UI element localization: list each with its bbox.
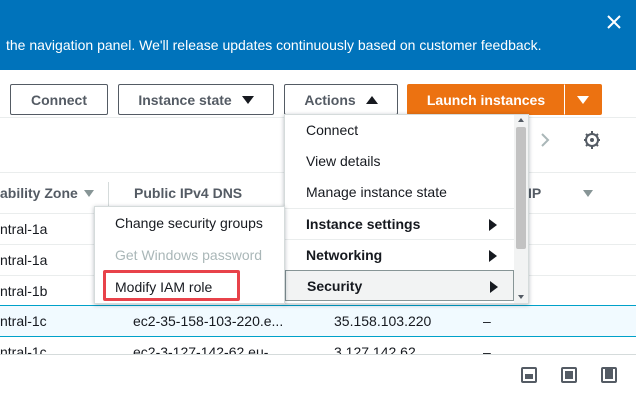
scrollbar-thumb[interactable] xyxy=(516,127,526,249)
column-availability-zone[interactable]: ability Zone xyxy=(0,185,78,201)
launch-options-button[interactable] xyxy=(564,84,602,115)
menu-item-view-details[interactable]: View details xyxy=(285,146,514,177)
instance-state-button-label: Instance state xyxy=(138,91,232,108)
submenu-item-label: Change security groups xyxy=(115,215,263,231)
info-banner: the navigation panel. We'll release upda… xyxy=(0,0,636,70)
menu-item-connect[interactable]: Connect xyxy=(285,115,514,146)
panel-side-icon[interactable] xyxy=(561,367,577,383)
gear-icon[interactable] xyxy=(583,130,601,150)
caret-down-icon xyxy=(241,95,254,104)
cell-dns: ec2-35-158-103-220.e... xyxy=(133,313,284,329)
scroll-down-icon[interactable] xyxy=(518,295,524,299)
panel-full-icon[interactable] xyxy=(601,367,617,383)
menu-item-label: Networking xyxy=(306,247,383,263)
cell-az: ntral-1a xyxy=(0,252,48,268)
caret-right-icon xyxy=(489,250,497,262)
highlight-box xyxy=(103,270,240,301)
caret-right-icon xyxy=(489,219,497,231)
menu-item-instance-settings[interactable]: Instance settings xyxy=(285,208,514,239)
chevron-right-icon[interactable] xyxy=(538,130,552,150)
connect-button-label: Connect xyxy=(31,91,87,108)
menu-item-networking[interactable]: Networking xyxy=(285,239,514,270)
column-ip[interactable]: IP xyxy=(528,185,541,201)
split-panel-footer xyxy=(0,354,636,394)
menu-item-manage-instance-state[interactable]: Manage instance state xyxy=(285,177,514,208)
menu-scrollbar[interactable] xyxy=(514,115,528,303)
menu-item-label: Instance settings xyxy=(306,216,421,232)
connect-button[interactable]: Connect xyxy=(10,84,108,115)
actions-menu: Connect View details Manage instance sta… xyxy=(284,114,529,304)
menu-item-label: Connect xyxy=(306,122,359,138)
cell-az: ntral-1b xyxy=(0,283,48,299)
menu-item-security[interactable]: Security xyxy=(285,270,514,301)
menu-item-label: Manage instance state xyxy=(306,184,447,200)
actions-button[interactable]: Actions xyxy=(284,84,398,115)
menu-item-label: View details xyxy=(306,153,381,169)
banner-text: the navigation panel. We'll release upda… xyxy=(6,37,542,53)
instance-state-button[interactable]: Instance state xyxy=(118,84,274,115)
actions-button-label: Actions xyxy=(304,91,356,108)
cell-az: ntral-1c xyxy=(0,313,47,329)
launch-instances-button[interactable]: Launch instances xyxy=(407,84,565,115)
instances-toolbar: Connect Instance state Actions Launch in… xyxy=(0,70,636,118)
panel-bottom-icon[interactable] xyxy=(521,367,537,383)
cell-ip: 35.158.103.220 xyxy=(334,313,432,329)
column-public-dns[interactable]: Public IPv4 DNS xyxy=(134,185,242,201)
table-row-selected[interactable]: ntral-1c ec2-35-158-103-220.e... 35.158.… xyxy=(0,305,636,337)
column-divider xyxy=(108,182,109,206)
scroll-up-icon[interactable] xyxy=(518,118,524,122)
caret-down-icon xyxy=(577,95,589,104)
caret-right-icon xyxy=(490,281,498,293)
cell-az: ntral-1a xyxy=(0,221,48,237)
cell-empty: – xyxy=(483,313,491,329)
sort-icon[interactable] xyxy=(84,190,94,197)
submenu-item-label: Get Windows password xyxy=(115,247,263,263)
caret-up-icon xyxy=(365,95,378,104)
close-icon[interactable] xyxy=(606,14,622,30)
launch-instances-button-label: Launch instances xyxy=(426,91,546,108)
sort-icon[interactable] xyxy=(583,190,593,197)
submenu-item-get-windows-password: Get Windows password xyxy=(95,239,284,270)
submenu-item-change-security-groups[interactable]: Change security groups xyxy=(95,207,284,238)
menu-item-label: Security xyxy=(307,278,363,294)
